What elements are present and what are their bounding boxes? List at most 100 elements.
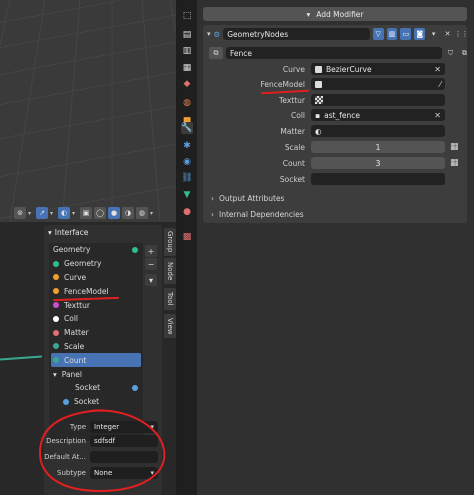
socket-dot-icon	[132, 246, 138, 253]
viewport-icon[interactable]: ▭	[400, 28, 412, 40]
pivot-icon[interactable]: ⊚	[14, 207, 26, 219]
panel-header[interactable]: ▾ Interface	[44, 225, 162, 239]
modifier-name-field[interactable]: GeometryNodes	[223, 28, 370, 40]
attribute-toggle-icon[interactable]: ▦	[450, 158, 459, 168]
panel-title: Interface	[54, 227, 89, 237]
socket-dot-icon	[53, 260, 59, 267]
scene-icon[interactable]: ◆	[181, 78, 193, 90]
input-label: Coll	[291, 110, 305, 120]
tab-group[interactable]: Group	[164, 228, 176, 256]
render-icon[interactable]: ▤	[181, 29, 193, 41]
clear-icon[interactable]: ✕	[434, 111, 441, 120]
input-field[interactable]: ⁄	[311, 78, 445, 90]
node-group-selector: ⧉ Fence ⛉ ⧉ ✕	[209, 47, 474, 59]
interface-item[interactable]: Matter	[49, 326, 143, 340]
modifier-input-fencemodel: FenceModel ⁄	[203, 78, 467, 90]
texture-icon[interactable]: ▩	[181, 231, 193, 243]
chevron-down-icon[interactable]: ▾	[145, 274, 157, 286]
wrench-icon[interactable]: 🔧	[181, 122, 193, 134]
input-value: BezierCurve	[326, 64, 372, 74]
wireframe-shading-icon[interactable]: ◯	[94, 207, 106, 219]
material-shading-icon[interactable]: ◑	[122, 207, 134, 219]
xray-icon[interactable]: ▣	[80, 207, 92, 219]
socket-dot-icon	[63, 398, 69, 405]
interface-item-label: Geometry	[53, 245, 91, 255]
particles-icon[interactable]: ✱	[181, 140, 193, 152]
internal-dependencies-section[interactable]: › Internal Dependencies	[211, 207, 304, 221]
chevron-down-icon[interactable]: ▾	[72, 207, 78, 219]
solid-shading-icon[interactable]: ●	[108, 207, 120, 219]
interface-item[interactable]: Geometry	[49, 257, 143, 271]
interface-item[interactable]: Coll	[49, 312, 143, 326]
modifier-input-socket: Socket	[203, 173, 467, 185]
output-icon[interactable]: ▥	[181, 45, 193, 57]
view-layer-icon[interactable]: ▦	[181, 62, 193, 74]
socket-dot-icon	[53, 315, 59, 322]
physics-icon[interactable]: ◉	[181, 156, 193, 168]
chevron-down-icon[interactable]: ▾	[150, 207, 156, 219]
close-icon[interactable]: ✕	[442, 28, 453, 40]
3d-viewport[interactable]	[0, 0, 176, 222]
modifier-input-count: Count 3 ▦	[203, 157, 467, 169]
interface-item-label: Matter	[64, 328, 89, 338]
overlay-icon[interactable]: ◐	[58, 207, 70, 219]
clear-icon[interactable]: ✕	[434, 65, 441, 74]
eyedropper-icon[interactable]: ⁄	[440, 80, 441, 89]
chevron-down-icon: ▾	[53, 369, 57, 379]
world-icon[interactable]: ◍	[181, 97, 193, 109]
node-tree-icon[interactable]: ⧉	[209, 47, 223, 59]
data-icon[interactable]: ▼	[181, 189, 193, 201]
chevron-down-icon[interactable]: ▾	[50, 207, 56, 219]
modifier-input-matter: Matter ◐	[203, 125, 467, 137]
fake-user-icon[interactable]: ⛉	[445, 47, 456, 59]
modifier-input-scale: Scale 1 ▦	[203, 141, 467, 153]
modifier-panel: ▾ ⚙ GeometryNodes ▽ ▥ ▭ ◙ ▾ ✕ ⋮⋮ ⧉ Fence…	[203, 25, 468, 223]
input-label: Socket	[279, 174, 305, 184]
chevron-down-icon[interactable]: ▾	[428, 28, 439, 40]
chevron-down-icon[interactable]: ▾	[207, 30, 211, 38]
node-group-field[interactable]: Fence	[226, 47, 442, 59]
input-field[interactable]: BezierCurve ✕	[311, 63, 445, 75]
tab-tool[interactable]: Tool	[164, 288, 176, 310]
interface-item[interactable]: Scale	[49, 340, 143, 354]
output-attributes-section[interactable]: › Output Attributes	[211, 191, 284, 205]
interface-item[interactable]: Geometry	[49, 243, 143, 257]
material-icon[interactable]: ●	[181, 206, 193, 218]
constraints-icon[interactable]: ⛓	[181, 172, 193, 184]
render-icon[interactable]: ◙	[414, 28, 426, 40]
modifier-input-curve: Curve BezierCurve ✕	[203, 63, 467, 75]
input-field[interactable]	[311, 94, 445, 106]
input-field[interactable]: 3	[311, 157, 445, 169]
input-label: Count	[282, 158, 305, 168]
attribute-toggle-icon[interactable]: ▦	[450, 142, 459, 152]
interface-item[interactable]: FenceModel	[49, 284, 143, 298]
duplicate-icon[interactable]: ⧉	[459, 47, 470, 59]
drag-handle-icon[interactable]: ⋮⋮	[454, 28, 468, 40]
collection-icon: ▪	[315, 110, 321, 120]
gizmo-icon[interactable]: ↗	[36, 207, 48, 219]
input-field[interactable]: 1	[311, 141, 445, 153]
add-item-button[interactable]: +	[145, 245, 157, 257]
chevron-down-icon[interactable]: ▾	[28, 207, 34, 219]
remove-item-button[interactable]: −	[145, 258, 157, 270]
tool-icon[interactable]: ⬚	[181, 10, 193, 22]
input-label: Scale	[284, 142, 305, 152]
interface-item-label: Geometry	[64, 259, 102, 269]
rendered-shading-icon[interactable]: ◍	[136, 207, 148, 219]
socket-dot-icon	[53, 288, 59, 295]
tab-view[interactable]: View	[164, 314, 176, 338]
interface-item[interactable]: ▾ Panel	[49, 367, 143, 381]
interface-item[interactable]: Curve	[49, 271, 143, 285]
input-field[interactable]: ▪ ast_fence ✕	[311, 109, 445, 121]
tab-node[interactable]: Node	[164, 258, 176, 284]
properties-editor: ▾ Add Modifier ▾ ⚙ GeometryNodes ▽ ▥ ▭ ◙…	[197, 0, 474, 495]
interface-item[interactable]: Socket	[49, 381, 143, 395]
socket-dot-icon	[53, 329, 59, 336]
input-field[interactable]: ◐	[311, 125, 445, 137]
edit-mode-icon[interactable]: ▽	[372, 28, 384, 40]
interface-item[interactable]: Count	[51, 353, 141, 368]
chevron-right-icon: ›	[211, 193, 214, 203]
add-modifier-button[interactable]: ▾ Add Modifier	[203, 7, 467, 21]
cage-icon[interactable]: ▥	[386, 28, 398, 40]
input-field[interactable]	[311, 173, 445, 185]
